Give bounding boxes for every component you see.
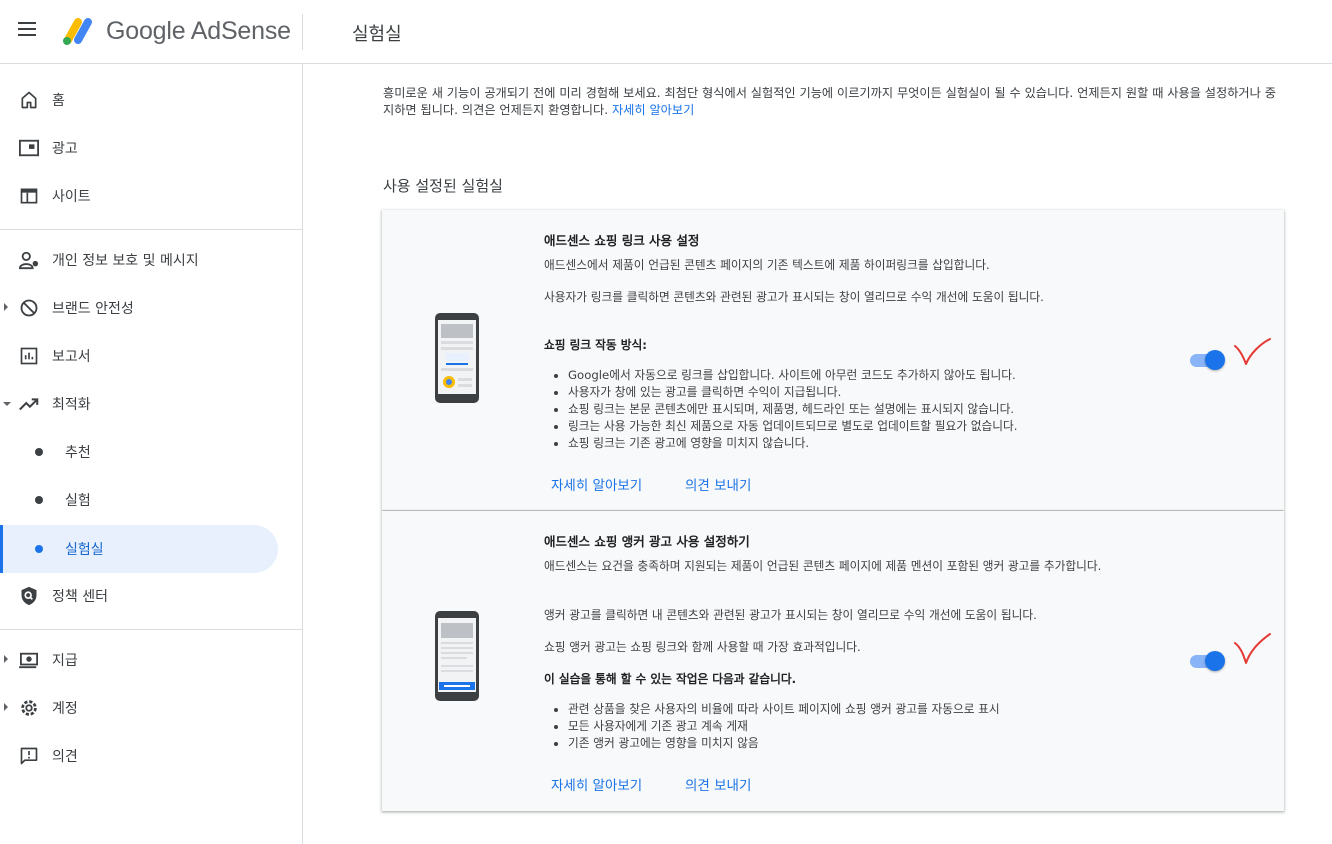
sidebar-item-optimization[interactable]: 최적화 — [0, 380, 278, 428]
sidebar-item-policy-center[interactable]: 정책 센터 — [0, 572, 278, 620]
intro-text: 흥미로운 새 기능이 공개되기 전에 미리 경험해 보세요. 최첨단 형식에서 … — [383, 86, 1276, 117]
list-item: Google에서 자동으로 링크를 삽입합니다. 사이트에 아무런 코드도 추가… — [554, 367, 1128, 384]
sidebar-item-label: 사이트 — [52, 189, 91, 205]
sidebar-item-label: 브랜드 안전성 — [52, 301, 134, 317]
card-bullet-list: Google에서 자동으로 링크를 삽입합니다. 사이트에 아무런 코드도 추가… — [554, 367, 1128, 452]
intro-learn-more-link[interactable]: 자세히 알아보기 — [612, 103, 694, 117]
intro-paragraph: 흥미로운 새 기능이 공개되기 전에 미리 경험해 보세요. 최첨단 형식에서 … — [383, 85, 1283, 119]
card-subheading: 쇼핑 링크 작동 방식: — [544, 338, 647, 352]
top-app-bar: Google AdSense 실험실 — [0, 0, 1332, 64]
card-subheading: 이 실습을 통해 할 수 있는 작업은 다음과 같습니다. — [544, 672, 797, 686]
sidebar-item-label: 추천 — [65, 445, 91, 461]
list-item: 사용자가 창에 있는 광고를 클릭하면 수익이 지급됩니다. — [554, 384, 1128, 401]
policy-shield-icon — [17, 584, 41, 608]
sidebar-item-label: 정책 센터 — [52, 589, 108, 605]
card-title: 애드센스 쇼핑 링크 사용 설정 — [544, 233, 700, 248]
toggle-knob — [1205, 350, 1225, 370]
card-description: 사용자가 링크를 클릭하면 콘텐츠와 관련된 광고가 표시되는 창이 열리므로 … — [544, 290, 1044, 304]
list-item: 링크는 사용 가능한 최신 제품으로 자동 업데이트되므로 별도로 업데이트할 … — [554, 418, 1128, 435]
sidebar-item-feedback[interactable]: 의견 — [0, 732, 278, 780]
sidebar-item-home[interactable]: 홈 — [0, 76, 278, 124]
enable-toggle[interactable] — [1190, 649, 1226, 673]
collapse-caret-icon — [3, 402, 11, 406]
bullet-dot — [35, 448, 43, 456]
red-checkmark-icon — [1234, 338, 1271, 365]
sidebar-item-label: 계정 — [52, 701, 78, 717]
list-item: 쇼핑 링크는 본문 콘텐츠에만 표시되며, 제품명, 헤드라인 또는 설명에는 … — [554, 401, 1128, 418]
sidebar-item-label: 보고서 — [52, 349, 91, 365]
sidebar-item-account[interactable]: 계정 — [0, 684, 278, 732]
payments-icon — [17, 648, 41, 672]
sidebar-item-labs[interactable]: 실험실 — [0, 525, 278, 573]
section-title: 사용 설정된 실험실 — [383, 177, 503, 195]
sidebar-item-reports[interactable]: 보고서 — [0, 332, 278, 380]
enable-toggle[interactable] — [1190, 348, 1226, 372]
learn-more-link[interactable]: 자세히 알아보기 — [551, 774, 642, 794]
send-feedback-link[interactable]: 의견 보내기 — [685, 474, 751, 494]
block-icon — [17, 296, 41, 320]
list-item: 모든 사용자에게 기존 광고 계속 게재 — [554, 718, 1128, 735]
ads-icon — [17, 136, 41, 160]
sidebar-divider — [0, 629, 302, 630]
sidebar-item-ads[interactable]: 광고 — [0, 124, 278, 172]
learn-more-link[interactable]: 자세히 알아보기 — [551, 474, 642, 494]
toggle-knob — [1205, 651, 1225, 671]
lab-card-shopping-links: 애드센스 쇼핑 링크 사용 설정 애드센스에서 제품이 언급된 콘텐츠 페이지의… — [382, 210, 1284, 510]
main-content: 흥미로운 새 기능이 공개되기 전에 미리 경험해 보세요. 최첨단 형식에서 … — [303, 64, 1332, 844]
sites-icon — [17, 184, 41, 208]
sidebar-item-payments[interactable]: 지급 — [0, 636, 278, 684]
sidebar-divider — [0, 229, 302, 230]
card-description: 앵커 광고를 클릭하면 내 콘텐츠와 관련된 광고가 표시되는 창이 열리므로 … — [544, 608, 1037, 622]
expand-caret-icon — [4, 703, 8, 711]
phone-illustration-icon — [435, 313, 479, 403]
sidebar-item-privacy-messaging[interactable]: 개인 정보 보호 및 메시지 — [0, 236, 278, 284]
bullet-dot — [35, 496, 43, 504]
card-description: 애드센스는 요건을 충족하며 지원되는 제품이 언급된 콘텐츠 페이지에 제품 … — [544, 559, 1102, 573]
card-title: 애드센스 쇼핑 앵커 광고 사용 설정하기 — [544, 534, 750, 549]
card-bullet-list: 관련 상품을 찾은 사용자의 비율에 따라 사이트 페이지에 쇼핑 앵커 광고를… — [554, 701, 1128, 752]
sidebar-item-label: 개인 정보 보호 및 메시지 — [52, 253, 199, 269]
bullet-dot — [35, 545, 43, 553]
card-description: 쇼핑 앵커 광고는 쇼핑 링크와 함께 사용할 때 가장 효과적입니다. — [544, 640, 861, 654]
home-icon — [17, 88, 41, 112]
phone-illustration-icon — [435, 611, 479, 701]
adsense-logo-icon — [63, 18, 92, 45]
gear-icon — [17, 696, 41, 720]
list-item: 관련 상품을 찾은 사용자의 비율에 따라 사이트 페이지에 쇼핑 앵커 광고를… — [554, 701, 1128, 718]
sidebar: 홈 광고 사이트 개인 정보 보호 및 메시지 브랜드 안전성 보고서 최적화 … — [0, 64, 303, 844]
reports-icon — [17, 344, 41, 368]
sidebar-item-label: 실험 — [65, 493, 91, 509]
sidebar-item-label: 최적화 — [52, 397, 91, 413]
trending-up-icon — [17, 392, 41, 416]
privacy-messaging-icon — [17, 248, 41, 272]
send-feedback-link[interactable]: 의견 보내기 — [685, 774, 751, 794]
list-item: 쇼핑 링크는 기존 광고에 영향을 미치지 않습니다. — [554, 435, 1128, 452]
header-divider — [302, 14, 303, 50]
sidebar-item-experiments[interactable]: 실험 — [0, 476, 278, 524]
feedback-icon — [17, 744, 41, 768]
sidebar-item-sites[interactable]: 사이트 — [0, 172, 278, 220]
red-checkmark-icon — [1234, 633, 1271, 664]
expand-caret-icon — [4, 655, 8, 663]
card-description: 애드센스에서 제품이 언급된 콘텐츠 페이지의 기존 텍스트에 제품 하이퍼링크… — [544, 258, 990, 272]
sidebar-item-label: 의견 — [52, 749, 78, 765]
list-item: 기존 앵커 광고에는 영향을 미치지 않음 — [554, 735, 1128, 752]
sidebar-item-label: 지급 — [52, 653, 78, 669]
page-title: 실험실 — [352, 24, 402, 45]
sidebar-item-label: 광고 — [52, 141, 78, 157]
lab-card-shopping-anchor-ads: 애드센스 쇼핑 앵커 광고 사용 설정하기 애드센스는 요건을 충족하며 지원되… — [382, 511, 1284, 811]
sidebar-item-recommendations[interactable]: 추천 — [0, 428, 278, 476]
brand-name: Google AdSense — [106, 17, 291, 45]
sidebar-item-brand-safety[interactable]: 브랜드 안전성 — [0, 284, 278, 332]
sidebar-item-label: 홈 — [52, 93, 65, 109]
sidebar-item-label: 실험실 — [65, 542, 104, 558]
menu-icon[interactable] — [18, 22, 40, 42]
expand-caret-icon — [4, 303, 8, 311]
